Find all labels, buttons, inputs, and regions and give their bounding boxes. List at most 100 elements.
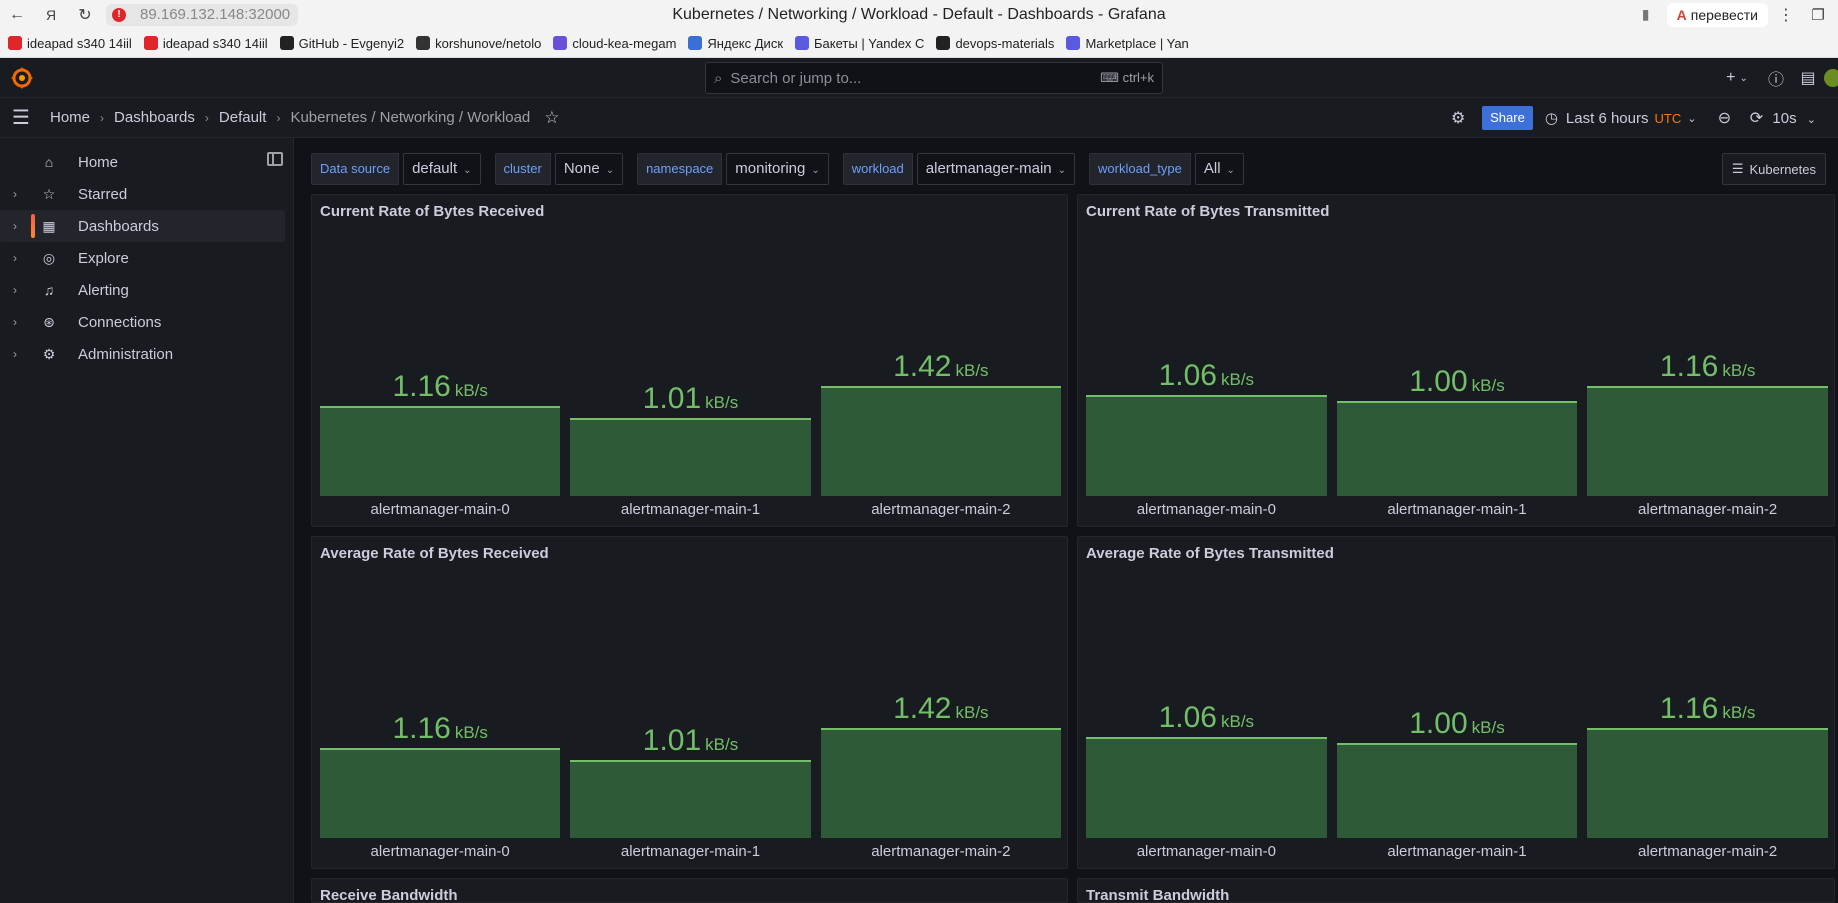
url-text[interactable]: 89.169.132.148:32000 xyxy=(132,3,299,26)
translate-button[interactable]: A перевести xyxy=(1666,2,1768,27)
sidebar-item-starred[interactable]: › ☆ Starred xyxy=(0,178,285,210)
bar-label: alertmanager-main-0 xyxy=(1136,843,1276,860)
sidebar-item-home[interactable]: ⌂ Home xyxy=(0,146,285,178)
search-input[interactable]: ⌕ Search or jump to... ⌨ ctrl+k xyxy=(705,62,1163,94)
insecure-warning-icon[interactable]: ! xyxy=(106,3,132,26)
refresh-interval-picker[interactable]: 10s ⌄ xyxy=(1772,110,1816,127)
variable-label: namespace xyxy=(637,153,723,185)
bookmark-item[interactable]: GitHub - Evgenyi2 xyxy=(279,35,405,51)
menu-icon[interactable]: ☰ xyxy=(0,105,42,130)
avatar[interactable] xyxy=(1824,69,1838,87)
share-button[interactable]: Share xyxy=(1482,106,1533,130)
bar-gauge-bar[interactable] xyxy=(570,760,811,838)
panel-current-rate-of-bytes-transmitted[interactable]: Current Rate of Bytes Transmitted 1.06 kB/… xyxy=(1077,194,1835,527)
variable-select[interactable]: monitoring ⌄ xyxy=(726,153,829,185)
chevron-right-icon[interactable]: › xyxy=(0,187,30,201)
bar-gauge-bar[interactable] xyxy=(320,406,561,496)
bar-gauge-bar[interactable] xyxy=(1587,728,1828,838)
dashboard-links-button[interactable]: ☰ Kubernetes xyxy=(1721,153,1826,185)
variable-select[interactable]: All ⌄ xyxy=(1194,153,1244,185)
variable-select[interactable]: alertmanager-main ⌄ xyxy=(916,153,1076,185)
variable-value: alertmanager-main xyxy=(925,160,1052,177)
bookmark-item[interactable]: ideapad s340 14iil xyxy=(143,36,268,51)
chevron-right-icon[interactable]: › xyxy=(0,315,30,329)
chevron-right-icon[interactable]: › xyxy=(0,251,30,265)
breadcrumb-home[interactable]: Home xyxy=(50,109,90,126)
panel-average-rate-of-bytes-transmitted[interactable]: Average Rate of Bytes Transmitted 1.06 kB/… xyxy=(1077,536,1835,869)
bookmark-item[interactable]: Бакеты | Yandex C xyxy=(795,36,924,51)
sidebar-panel-icon[interactable]: ❐ xyxy=(1798,6,1838,24)
panel-current-rate-of-bytes-received[interactable]: Current Rate of Bytes Received 1.16 kB/s al… xyxy=(311,194,1068,527)
bar-gauge-bar[interactable] xyxy=(820,728,1061,838)
variable-value: default xyxy=(412,160,458,177)
zoom-out-icon[interactable]: ⊖ xyxy=(1708,98,1740,138)
sidebar-item-explore[interactable]: › ◎ Explore xyxy=(0,242,285,274)
panel-title[interactable]: Current Rate of Bytes Transmitted xyxy=(1086,203,1329,220)
address-bar[interactable]: ! 89.169.132.148:32000 xyxy=(106,3,299,26)
help-icon[interactable]: ⓘ xyxy=(1760,58,1792,98)
variable-select[interactable]: default ⌄ xyxy=(403,153,481,185)
bookmark-label: ideapad s340 14iil xyxy=(27,35,132,51)
sidebar-item-label: Administration xyxy=(78,345,174,363)
chevron-right-icon[interactable]: › xyxy=(0,219,30,233)
panel-title[interactable]: Average Rate of Bytes Received xyxy=(320,545,549,562)
time-range-label: Last 6 hours xyxy=(1565,109,1649,127)
bar-value: 1.06 kB/s xyxy=(1086,701,1327,735)
refresh-icon[interactable]: ⟳ xyxy=(1740,98,1772,138)
sidebar-item-administration[interactable]: › ⚙ Administration xyxy=(0,338,285,370)
sidebar-item-connections[interactable]: › ⊛ Connections xyxy=(0,306,285,338)
variable-workload-type: workload_type All ⌄ xyxy=(1089,153,1244,185)
panel-title[interactable]: Average Rate of Bytes Transmitted xyxy=(1086,545,1334,562)
breadcrumb-dashboards[interactable]: Dashboards xyxy=(114,109,195,126)
bar-gauge-bar[interactable] xyxy=(1336,743,1578,838)
panel-title[interactable]: Receive Bandwidth xyxy=(320,887,458,902)
bar-gauge-bar[interactable] xyxy=(1086,737,1327,838)
bar-gauge-bar[interactable] xyxy=(570,418,811,496)
variable-select[interactable]: None ⌄ xyxy=(554,153,624,185)
bookmark-item[interactable]: korshunove/netolo xyxy=(416,36,541,51)
bookmark-item[interactable]: devops-materials xyxy=(936,36,1054,51)
news-icon[interactable]: ▤ xyxy=(1792,58,1824,98)
panel-average-rate-of-bytes-received[interactable]: Average Rate of Bytes Received 1.16 kB/s al… xyxy=(311,536,1068,869)
bar-gauge-bar[interactable] xyxy=(1587,386,1828,496)
bookmark-item[interactable]: cloud-kea-megam xyxy=(553,36,676,51)
reload-icon[interactable]: ↻ xyxy=(68,0,102,29)
bookmark-item[interactable]: Яндекс Диск xyxy=(688,36,783,51)
search-shortcut: ⌨ ctrl+k xyxy=(1100,70,1154,85)
bar-value: 1.16 kB/s xyxy=(1587,692,1828,726)
chevron-right-icon[interactable]: › xyxy=(0,347,30,361)
breadcrumb-folder[interactable]: Default xyxy=(219,109,267,126)
bar-label: alertmanager-main-2 xyxy=(1638,843,1778,860)
panel-title[interactable]: Current Rate of Bytes Received xyxy=(320,203,544,220)
bookmark-item[interactable]: Marketplace | Yan xyxy=(1066,36,1189,51)
bell-icon: ♫ xyxy=(43,282,55,298)
browser-toolbar: ← Я ↻ ! 89.169.132.148:32000 Kubernetes … xyxy=(0,0,1838,29)
bookmark-item[interactable]: ideapad s340 14iil xyxy=(8,36,132,51)
bar-gauge-bar[interactable] xyxy=(1086,395,1327,496)
bar-gauge-bar[interactable] xyxy=(320,748,561,838)
bookmark-icon[interactable]: ▮ xyxy=(1631,6,1661,23)
grafana-logo-icon[interactable] xyxy=(10,66,34,90)
sidebar-item-dashboards[interactable]: › ▦ Dashboards xyxy=(0,210,285,242)
bar-gauge-bar[interactable] xyxy=(1336,401,1578,496)
bookmark-label: cloud-kea-megam xyxy=(572,35,677,51)
add-icon[interactable]: + ⌄ xyxy=(1714,58,1760,98)
chevron-right-icon[interactable]: › xyxy=(0,283,30,297)
star-icon[interactable]: ☆ xyxy=(544,108,559,128)
panel-receive-bandwidth[interactable]: Receive Bandwidth xyxy=(311,878,1068,903)
panel-transmit-bandwidth[interactable]: Transmit Bandwidth xyxy=(1077,878,1835,903)
yandex-icon[interactable]: Я xyxy=(34,0,68,29)
more-menu-icon[interactable]: ⋮ xyxy=(1774,5,1798,25)
panel-title[interactable]: Transmit Bandwidth xyxy=(1086,887,1229,902)
time-range-picker[interactable]: ◷ Last 6 hours UTC ⌄ xyxy=(1545,109,1697,128)
back-arrow-icon[interactable]: ← xyxy=(0,0,34,29)
bar-gauge-bar[interactable] xyxy=(820,386,1061,496)
sidebar-item-label: Starred xyxy=(78,185,128,203)
search-placeholder: Search or jump to... xyxy=(730,69,862,87)
dashboard-settings-icon[interactable]: ⚙ xyxy=(1442,98,1474,138)
bar-value: 1.42 kB/s xyxy=(821,350,1061,384)
sidebar-item-alerting[interactable]: › ♫ Alerting xyxy=(0,274,285,306)
variable-cluster: cluster None ⌄ xyxy=(494,153,624,185)
bar-value-unit: kB/s xyxy=(1471,376,1505,395)
bookmark-label: GitHub - Evgenyi2 xyxy=(298,35,405,51)
